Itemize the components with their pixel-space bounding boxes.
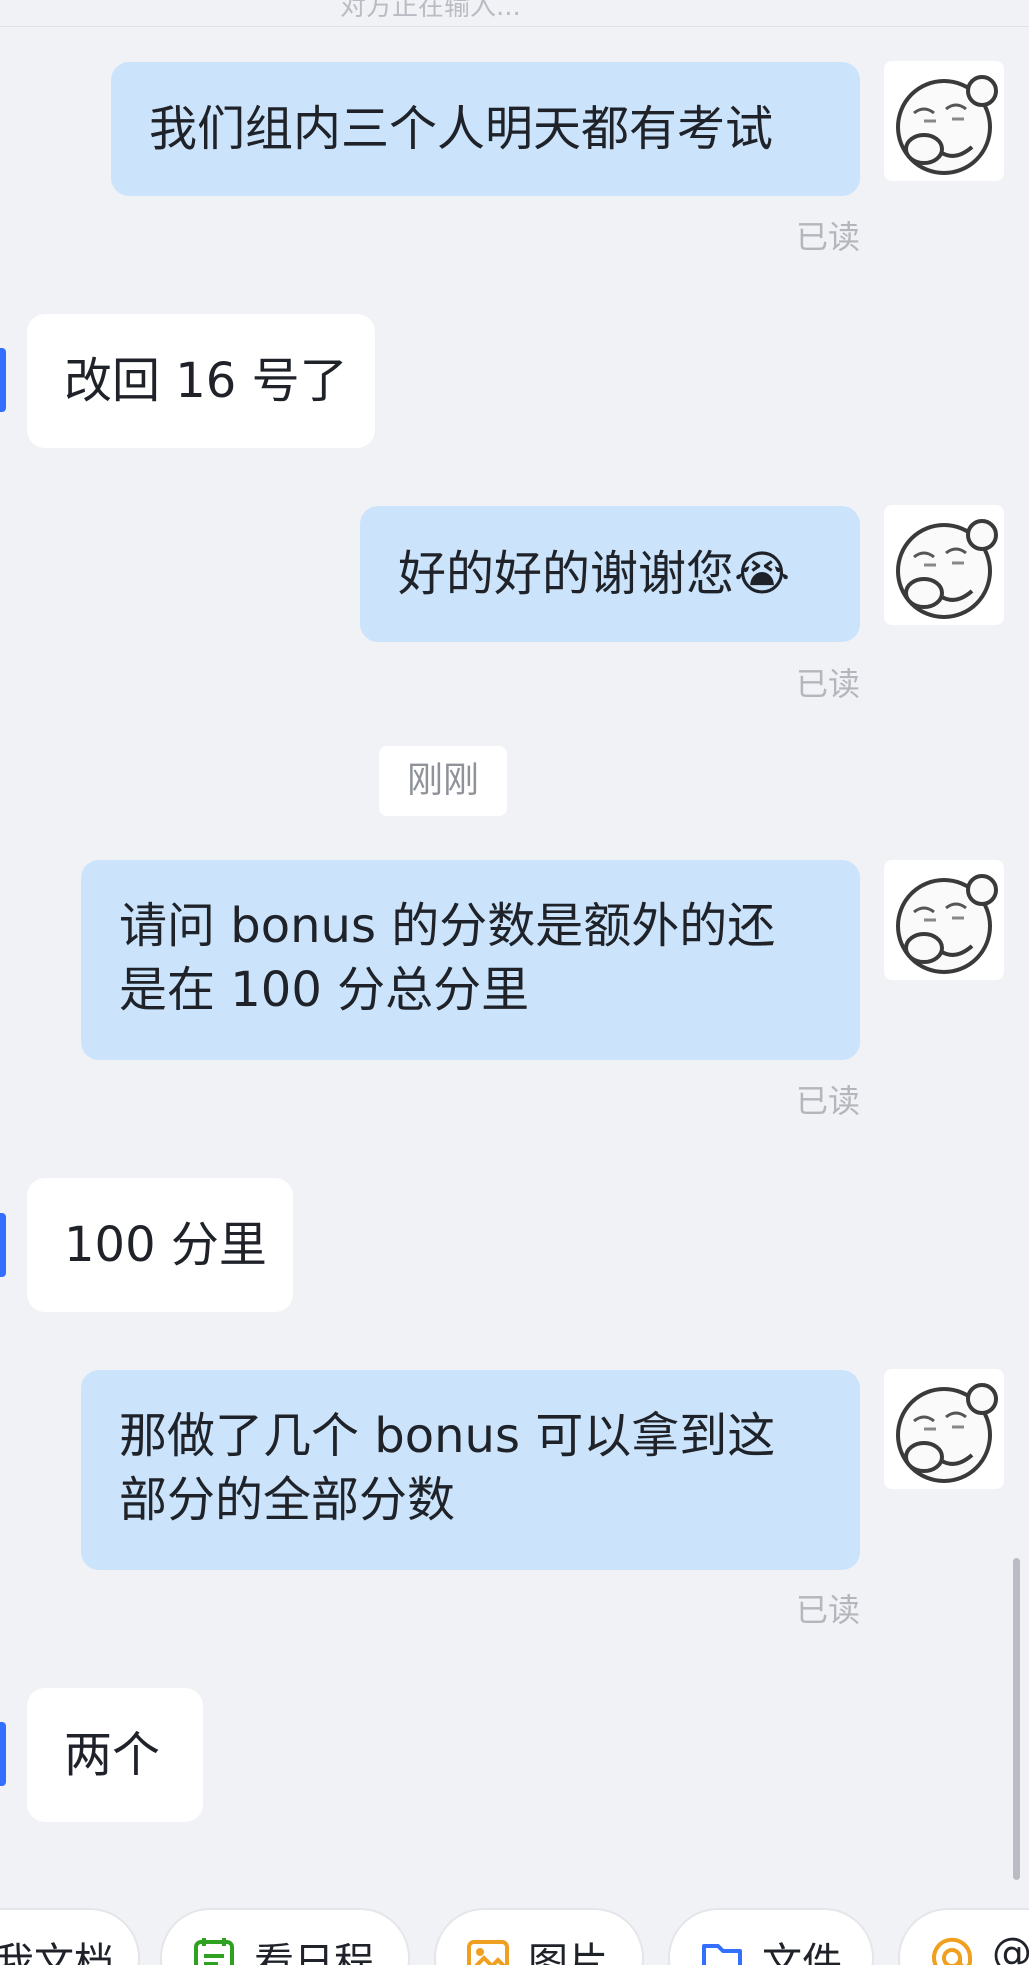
timestamp-divider: 刚刚 bbox=[379, 746, 507, 816]
quick-action-doc[interactable]: 我文档 bbox=[0, 1908, 140, 1965]
typing-status: 对方正在输入... bbox=[340, 0, 521, 22]
quick-action-label: 我文档 bbox=[0, 1940, 114, 1965]
message-bubble-incoming[interactable]: 100 分里 bbox=[27, 1178, 293, 1312]
quick-action-mention[interactable]: @ bbox=[898, 1908, 1029, 1965]
avatar[interactable] bbox=[884, 1369, 1004, 1489]
quick-action-label: 图片 bbox=[528, 1940, 608, 1965]
quick-action-calendar[interactable]: 看日程 bbox=[160, 1908, 410, 1965]
message-text: 两个 bbox=[64, 1727, 161, 1783]
read-receipt: 已读 bbox=[795, 665, 860, 703]
message-text: 改回 16 号了 bbox=[64, 353, 348, 409]
message-text-line2: 是在 100 分总分里 bbox=[119, 962, 530, 1018]
avatar[interactable] bbox=[884, 61, 1004, 181]
message-text-line2: 部分的全部分数 bbox=[119, 1472, 456, 1528]
avatar[interactable] bbox=[884, 505, 1004, 625]
quick-action-label: 文件 bbox=[762, 1940, 842, 1965]
quick-action-file[interactable]: 文件 bbox=[668, 1908, 874, 1965]
scrollbar[interactable] bbox=[1013, 1558, 1020, 1880]
calendar-icon bbox=[192, 1936, 236, 1965]
avatar-bear-icon bbox=[896, 1383, 998, 1483]
read-receipt: 已读 bbox=[795, 218, 860, 256]
quick-action-label: @ bbox=[992, 1930, 1029, 1965]
quick-action-toolbar: 我文档 看日程 图片 文件 @ bbox=[0, 1908, 1029, 1965]
avatar-bear-icon bbox=[896, 75, 998, 175]
message-bubble-incoming[interactable]: 改回 16 号了 bbox=[27, 314, 375, 448]
avatar[interactable] bbox=[884, 860, 1004, 980]
message-text-line1: 请问 bonus 的分数是额外的还 bbox=[119, 898, 776, 954]
folder-icon bbox=[700, 1936, 744, 1965]
read-receipt: 已读 bbox=[795, 1082, 860, 1120]
message-bubble-outgoing[interactable]: 那做了几个 bonus 可以拿到这 部分的全部分数 bbox=[81, 1370, 860, 1570]
at-icon bbox=[930, 1936, 974, 1965]
message-text: 好的好的谢谢您😭 bbox=[398, 546, 791, 602]
message-text: 我们组内三个人明天都有考试 bbox=[149, 101, 774, 157]
message-text-line1: 那做了几个 bonus 可以拿到这 bbox=[119, 1408, 776, 1464]
message-bubble-outgoing[interactable]: 请问 bonus 的分数是额外的还 是在 100 分总分里 bbox=[81, 860, 860, 1060]
message-bubble-outgoing[interactable]: 我们组内三个人明天都有考试 bbox=[111, 62, 860, 196]
read-receipt: 已读 bbox=[795, 1591, 860, 1629]
message-bubble-incoming[interactable]: 两个 bbox=[27, 1688, 203, 1822]
avatar-bear-icon bbox=[896, 519, 998, 619]
avatar-bear-icon bbox=[896, 874, 998, 974]
incoming-marker bbox=[0, 348, 6, 412]
quick-action-label: 看日程 bbox=[254, 1940, 374, 1965]
quick-action-image[interactable]: 图片 bbox=[434, 1908, 644, 1965]
image-icon bbox=[466, 1936, 510, 1965]
message-text: 100 分里 bbox=[64, 1217, 267, 1273]
incoming-marker bbox=[0, 1213, 6, 1277]
message-bubble-outgoing[interactable]: 好的好的谢谢您😭 bbox=[360, 506, 860, 642]
incoming-marker bbox=[0, 1722, 6, 1786]
header-strip: 对方正在输入... bbox=[0, 0, 1029, 27]
